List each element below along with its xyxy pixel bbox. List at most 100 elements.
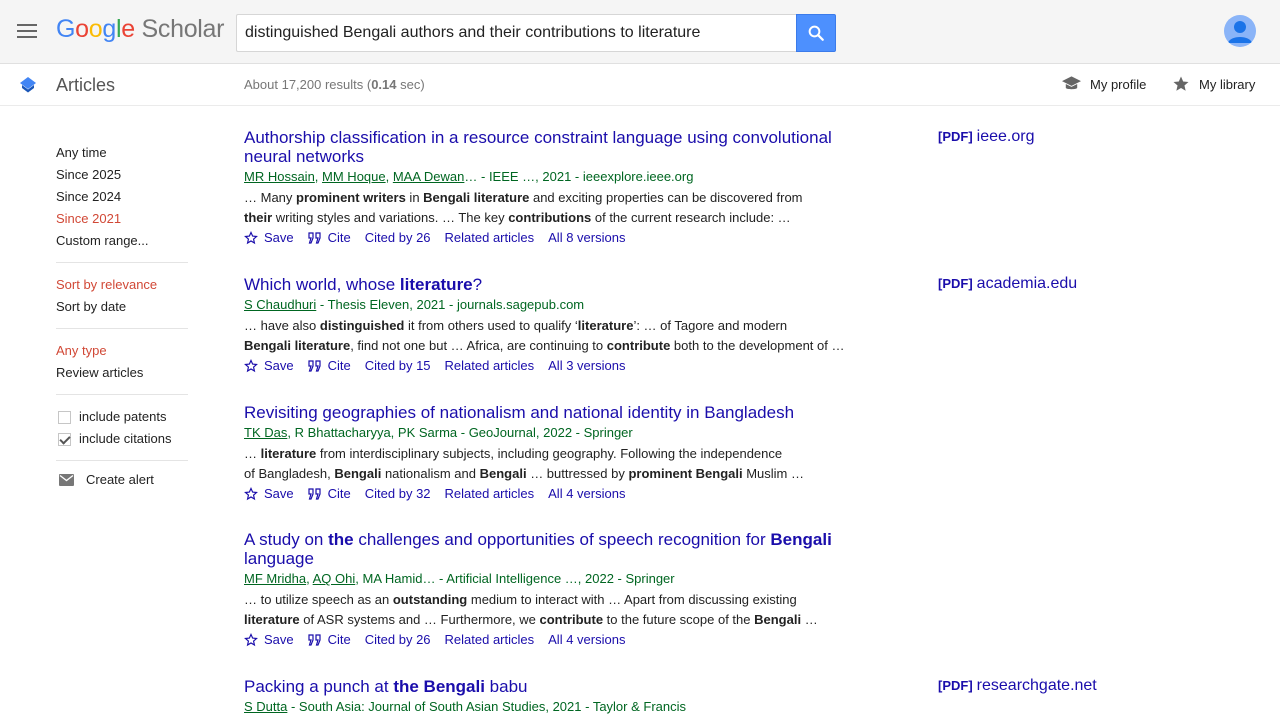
- author-link[interactable]: MM Hoque: [322, 169, 386, 184]
- save-label: Save: [264, 358, 294, 373]
- pdf-source: ieee.org: [976, 128, 1035, 145]
- filter-since-2024[interactable]: Since 2024: [56, 186, 188, 208]
- pdf-link[interactable]: [PDF] academia.edu: [938, 275, 1077, 293]
- related-articles-link[interactable]: Related articles: [445, 486, 535, 501]
- pdf-tag: [PDF]: [938, 129, 973, 144]
- save-label: Save: [264, 632, 294, 647]
- author-link[interactable]: S Chaudhuri: [244, 297, 316, 312]
- cite-button[interactable]: Cite: [308, 632, 351, 647]
- section-title: Articles: [56, 75, 116, 95]
- result-item: Packing a punch at the Bengali babu S Dut…: [244, 677, 864, 717]
- result-title-link[interactable]: A study on the challenges and opportunit…: [244, 530, 864, 568]
- all-versions-link[interactable]: All 4 versions: [548, 632, 625, 647]
- author-link[interactable]: AQ Ohi: [313, 571, 356, 586]
- sub-header: Articles About 17,200 results (0.14 sec)…: [0, 64, 1280, 106]
- all-versions-link[interactable]: All 4 versions: [548, 486, 625, 501]
- star-outline-icon: [244, 358, 258, 372]
- cited-by-link[interactable]: Cited by 26: [365, 230, 431, 245]
- include-patents-label: include patents: [79, 409, 167, 424]
- account-avatar[interactable]: [1224, 15, 1256, 47]
- save-button[interactable]: Save: [244, 486, 294, 501]
- logo-letter: g: [102, 15, 116, 43]
- result-snippet: … literature from interdisciplinary subj…: [244, 446, 783, 461]
- logo-scholar-text: Scholar: [141, 15, 225, 43]
- result-title-link[interactable]: Packing a punch at the Bengali babu: [244, 677, 864, 696]
- all-versions-link[interactable]: All 3 versions: [548, 358, 625, 373]
- my-profile-link[interactable]: My profile: [1062, 75, 1146, 93]
- cite-label: Cite: [327, 358, 351, 373]
- cite-button[interactable]: Cite: [308, 230, 351, 245]
- create-alert-button[interactable]: Create alert: [56, 472, 188, 487]
- pdf-link[interactable]: [PDF] researchgate.net: [938, 677, 1097, 695]
- cite-button[interactable]: Cite: [308, 486, 351, 501]
- result-item: Which world, whose literature? S Chaudhur…: [244, 275, 864, 373]
- author-meta: ,: [385, 169, 393, 184]
- cite-label: Cite: [327, 230, 351, 245]
- cited-by-link[interactable]: Cited by 32: [365, 486, 431, 501]
- quote-icon: [308, 359, 321, 372]
- author-link[interactable]: MF Mridha: [244, 571, 306, 586]
- checkbox-box[interactable]: [58, 410, 71, 424]
- filter-custom-range[interactable]: Custom range...: [56, 230, 188, 252]
- author-link[interactable]: S Dutta: [244, 699, 287, 714]
- author-meta: … - IEEE …, 2021 - ieeexplore.ieee.org: [464, 169, 694, 184]
- filter-since-2021[interactable]: Since 2021: [56, 208, 188, 230]
- star-outline-icon: [244, 486, 258, 500]
- filter-any-time[interactable]: Any time: [56, 142, 188, 164]
- star-outline-icon: [244, 632, 258, 646]
- divider: [56, 460, 188, 461]
- quote-icon: [308, 231, 321, 244]
- save-button[interactable]: Save: [244, 358, 294, 373]
- related-articles-link[interactable]: Related articles: [445, 358, 535, 373]
- search-icon: [808, 25, 824, 41]
- google-scholar-logo[interactable]: Google Scholar: [56, 15, 224, 44]
- filter-sidebar: Any time Since 2025 Since 2024 Since 202…: [56, 106, 188, 487]
- checkbox-box-checked[interactable]: [58, 432, 71, 446]
- divider: [56, 394, 188, 395]
- star-icon: [1173, 76, 1189, 91]
- all-versions-link[interactable]: All 8 versions: [548, 230, 625, 245]
- cited-by-link[interactable]: Cited by 26: [365, 632, 431, 647]
- result-item: Revisiting geographies of nationalism an…: [244, 403, 864, 501]
- pdf-source: researchgate.net: [976, 677, 1097, 694]
- results-suffix: sec): [396, 77, 425, 92]
- save-button[interactable]: Save: [244, 230, 294, 245]
- include-patents-checkbox[interactable]: include patents: [56, 406, 188, 428]
- result-title-link[interactable]: Which world, whose literature?: [244, 275, 864, 294]
- my-library-link[interactable]: My library: [1172, 75, 1255, 93]
- result-snippet: … have also distinguished it from others…: [244, 318, 788, 333]
- related-articles-link[interactable]: Related articles: [445, 632, 535, 647]
- result-authors: S Dutta - South Asia: Journal of South A…: [244, 697, 864, 717]
- author-link[interactable]: MAA Dewan: [393, 169, 465, 184]
- related-articles-link[interactable]: Related articles: [445, 230, 535, 245]
- author-link[interactable]: TK Das: [244, 425, 287, 440]
- articles-icon: [20, 77, 36, 93]
- save-button[interactable]: Save: [244, 632, 294, 647]
- save-label: Save: [264, 486, 294, 501]
- search-input[interactable]: [236, 14, 797, 52]
- hamburger-menu-icon[interactable]: [17, 24, 37, 40]
- author-link[interactable]: MR Hossain: [244, 169, 315, 184]
- sort-by-relevance[interactable]: Sort by relevance: [56, 274, 188, 296]
- result-title-link[interactable]: Revisiting geographies of nationalism an…: [244, 403, 864, 422]
- pdf-link[interactable]: [PDF] ieee.org: [938, 128, 1035, 146]
- type-review-articles[interactable]: Review articles: [56, 362, 188, 384]
- result-authors: TK Das, R Bhattacharyya, PK Sarma - GeoJ…: [244, 423, 864, 443]
- logo-letter: o: [88, 15, 103, 43]
- my-profile-label: My profile: [1090, 76, 1147, 92]
- type-any[interactable]: Any type: [56, 340, 188, 362]
- result-authors: MF Mridha, AQ Ohi, MA Hamid… - Artificia…: [244, 569, 864, 589]
- sort-by-date[interactable]: Sort by date: [56, 296, 188, 318]
- author-meta: , MA Hamid… - Artificial Intelligence …,…: [355, 571, 675, 586]
- include-citations-checkbox[interactable]: include citations: [56, 428, 188, 450]
- cite-label: Cite: [327, 632, 351, 647]
- result-actions: Save Cite Cited by 15 Related articles All 3…: [244, 358, 864, 373]
- envelope-icon: [59, 473, 74, 486]
- filter-since-2025[interactable]: Since 2025: [56, 164, 188, 186]
- cited-by-link[interactable]: Cited by 15: [365, 358, 431, 373]
- result-title-link[interactable]: Authorship classification in a resource …: [244, 128, 864, 166]
- search-button[interactable]: [796, 14, 836, 52]
- cite-label: Cite: [327, 486, 351, 501]
- cite-button[interactable]: Cite: [308, 358, 351, 373]
